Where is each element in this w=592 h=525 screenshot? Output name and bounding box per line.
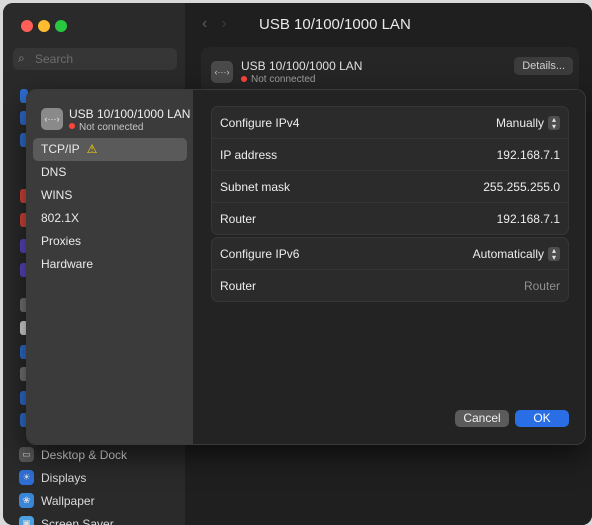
configure-ipv6-label: Configure IPv6 <box>220 246 300 261</box>
screen-saver-icon: ▣ <box>19 516 34 525</box>
ipv6-group: Configure IPv6 Automatically ▴ ▾ Router Ro… <box>211 237 569 302</box>
sidebar-item-label: Displays <box>41 470 87 485</box>
sheet-sidebar: ‹···› USB 10/100/1000 LAN Not connected … <box>27 90 193 444</box>
interface-status: Not connected <box>241 74 316 85</box>
cancel-button[interactable]: Cancel <box>455 410 509 427</box>
tab-dns[interactable]: DNS <box>33 161 187 184</box>
warning-icon: ⚠ <box>86 142 98 156</box>
configure-ipv4-popup[interactable]: Manually ▴ ▾ <box>495 115 560 130</box>
close-window-button[interactable] <box>21 20 33 32</box>
ok-button[interactable]: OK <box>515 410 569 427</box>
ip-address-field[interactable]: 192.168.7.1 <box>497 148 560 162</box>
zoom-window-button[interactable] <box>55 20 67 32</box>
sheet-content: Configure IPv4 Manually ▴ ▾ IP address 192… <box>193 90 585 444</box>
subnet-mask-field[interactable]: 255.255.255.0 <box>483 180 560 194</box>
sidebar-item-desktop-dock[interactable]: ▭ Desktop & Dock <box>19 443 185 466</box>
forward-icon[interactable]: › <box>221 15 226 32</box>
status-text: Not connected <box>79 122 144 133</box>
ethernet-icon: ‹···› <box>211 61 233 83</box>
tab-proxies[interactable]: Proxies <box>33 230 187 253</box>
tab-wins[interactable]: WINS <box>33 184 187 207</box>
sheet-interface-status: Not connected <box>69 122 144 133</box>
tab-tcpip[interactable]: TCP/IP ⚠ <box>33 138 187 161</box>
ipv6-router-label: Router <box>220 278 257 293</box>
ipv6-router-row: Router Router <box>212 269 568 301</box>
details-button[interactable]: Details... <box>514 57 573 75</box>
interface-name: USB 10/100/1000 LAN <box>241 59 363 73</box>
status-text: Not connected <box>251 74 316 85</box>
wallpaper-icon: ❀ <box>19 493 34 508</box>
ipv6-router-field[interactable]: Router <box>524 279 560 293</box>
tab-label: TCP/IP <box>41 142 80 156</box>
minimize-window-button[interactable] <box>38 20 50 32</box>
sheet-interface-name: USB 10/100/1000 LAN <box>69 107 191 121</box>
sheet-tab-list: TCP/IP ⚠ DNS WINS 802.1X Proxies Hardware <box>33 138 187 276</box>
ip-address-row: IP address 192.168.7.1 <box>212 138 568 170</box>
tcpip-settings-sheet: ‹···› USB 10/100/1000 LAN Not connected … <box>26 89 586 445</box>
router-row: Router 192.168.7.1 <box>212 202 568 234</box>
search-icon: ⌕ <box>18 51 25 65</box>
sidebar-item-screen-saver[interactable]: ▣ Screen Saver <box>19 512 185 525</box>
sidebar-item-wallpaper[interactable]: ❀ Wallpaper <box>19 489 185 512</box>
status-dot <box>241 76 247 82</box>
subnet-mask-row: Subnet mask 255.255.255.0 <box>212 170 568 202</box>
sidebar-item-displays[interactable]: ☀ Displays <box>19 466 185 489</box>
configure-ipv4-label: Configure IPv4 <box>220 115 300 130</box>
search-placeholder: Search <box>35 52 74 66</box>
sidebar-item-label: Wallpaper <box>41 493 95 508</box>
sheet-interface-header: ‹···› USB 10/100/1000 LAN Not connected <box>41 107 191 133</box>
sidebar-list: ▭ Desktop & Dock ☀ Displays ❀ Wallpaper … <box>19 443 185 525</box>
status-dot <box>69 123 75 129</box>
sidebar-item-label: Desktop & Dock <box>41 447 128 462</box>
back-icon[interactable]: ‹ <box>202 15 207 32</box>
desktop-dock-icon: ▭ <box>19 447 34 462</box>
sidebar-item-label: Screen Saver <box>41 516 114 525</box>
tab-8021x[interactable]: 802.1X <box>33 207 187 230</box>
configure-ipv4-row: Configure IPv4 Manually ▴ ▾ <box>212 107 568 138</box>
page-title: USB 10/100/1000 LAN <box>259 16 411 33</box>
router-label: Router <box>220 211 257 226</box>
search-field[interactable]: ⌕ Search <box>13 48 177 70</box>
popup-value: Automatically <box>472 246 544 261</box>
displays-icon: ☀ <box>19 470 34 485</box>
subnet-mask-label: Subnet mask <box>220 179 291 194</box>
configure-ipv6-popup[interactable]: Automatically ▴ ▾ <box>472 246 560 261</box>
popup-value: Manually <box>495 115 544 130</box>
ip-address-label: IP address <box>220 147 278 162</box>
router-field[interactable]: 192.168.7.1 <box>497 212 560 226</box>
configure-ipv6-row: Configure IPv6 Automatically ▴ ▾ <box>212 238 568 269</box>
ipv4-group: Configure IPv4 Manually ▴ ▾ IP address 192… <box>211 106 569 235</box>
system-settings-window: ⌕ Search ▭ Desktop & Dock ☀ Displays ❀ W… <box>3 3 592 525</box>
interface-summary-card: ‹···› USB 10/100/1000 LAN Not connected … <box>201 47 579 93</box>
chevron-updown-icon: ▴ ▾ <box>548 115 560 130</box>
tab-hardware[interactable]: Hardware <box>33 253 187 276</box>
navigation-arrows: ‹ › <box>202 15 227 33</box>
ethernet-icon: ‹···› <box>41 108 63 130</box>
chevron-updown-icon: ▴ ▾ <box>548 246 560 261</box>
